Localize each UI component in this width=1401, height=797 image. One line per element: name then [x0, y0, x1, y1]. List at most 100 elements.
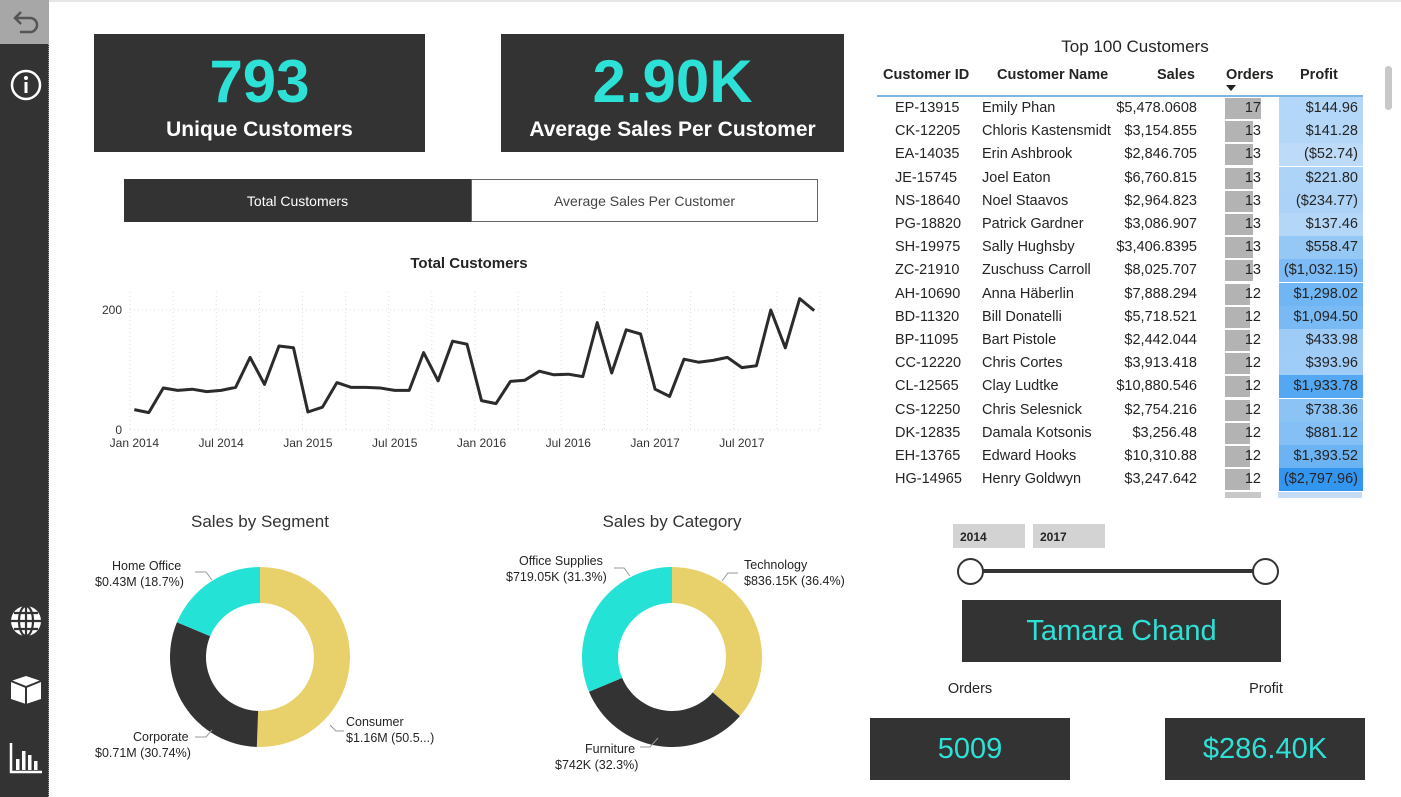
- cell-orders: 12: [1244, 378, 1261, 395]
- cell-customer-id: BD-11320: [895, 308, 960, 325]
- table-row[interactable]: DK-12835 Damala Kotsonis $3,256.48 12 $881.1…: [875, 421, 1365, 445]
- cell-customer-name: Patrick Gardner: [982, 216, 1084, 232]
- table-row[interactable]: JE-15745 Joel Eaton $6,760.815 13 $221.80: [875, 166, 1365, 190]
- table-row[interactable]: BP-11095 Bart Pistole $2,442.044 12 $433.98: [875, 329, 1365, 352]
- segment-chart-title: Sales by Segment: [191, 512, 329, 531]
- x-tick-label: Jan 2015: [283, 436, 333, 450]
- table-row[interactable]: EP-13915 Emily Phan $5,478.0608 17 $144.96: [875, 97, 1365, 120]
- cell-customer-id: PG-18820: [895, 216, 962, 232]
- cell-customer-id: ZC-21910: [895, 262, 960, 279]
- cell-profit: ($52.74): [1279, 143, 1363, 167]
- table-row[interactable]: AH-10690 Anna Häberlin $7,888.294 12 $1,298.…: [875, 282, 1365, 306]
- cell-customer-name: Chris Selesnick: [982, 401, 1082, 418]
- cell-sales: $2,846.705: [1124, 146, 1197, 163]
- furniture-value: $742K (32.3%): [555, 758, 639, 772]
- cell-profit: ($234.77): [1279, 189, 1363, 213]
- info-button[interactable]: [8, 67, 44, 103]
- table-row[interactable]: SH-19975 Sally Hughsby $3,406.8395 13 $558.4…: [875, 236, 1365, 260]
- line-chart-title: Total Customers: [410, 255, 528, 272]
- cell-profit: $558.47: [1279, 236, 1363, 260]
- cell-sales: $2,754.216: [1124, 401, 1197, 418]
- cell-profit: ($1,032.15): [1279, 259, 1363, 283]
- y-tick-label: 200: [102, 303, 122, 317]
- technology-value: $836.15K (36.4%): [744, 574, 845, 588]
- cell-orders: 12: [1244, 471, 1261, 488]
- charts-page-button[interactable]: [8, 740, 44, 776]
- table-row[interactable]: EA-14035 Erin Ashbrook $2,846.705 13 ($52.74…: [875, 143, 1365, 167]
- home-office-value: $0.43M (18.7%): [95, 575, 184, 589]
- slicer-end-input[interactable]: 2017: [1033, 524, 1105, 548]
- cell-sales: $8,025.707: [1124, 262, 1197, 279]
- avg-sales-label: Average Sales Per Customer: [529, 118, 816, 141]
- table-row[interactable]: PG-18820 Patrick Gardner $3,086.907 13 $137.…: [875, 213, 1365, 236]
- cell-customer-name: Zuschuss Carroll: [982, 262, 1091, 279]
- home-office-label: Home Office: [112, 559, 182, 573]
- cell-customer-name: Bart Pistole: [982, 332, 1057, 348]
- table-row[interactable]: CK-12205 Chloris Kastensmidt $3,154.855 13 $…: [875, 120, 1365, 144]
- table-row[interactable]: ZC-21910 Zuschuss Carroll $8,025.707 13 ($1,…: [875, 259, 1365, 283]
- undo-arrow-icon: [12, 11, 38, 34]
- cell-customer-id: CS-12250: [895, 401, 961, 418]
- x-tick-label: Jul 2015: [372, 436, 418, 450]
- cell-customer-name: Damala Kotsonis: [982, 424, 1092, 441]
- cell-sales: $6,760.815: [1124, 169, 1197, 186]
- slicer-start-input[interactable]: 2014: [953, 524, 1025, 548]
- cell-profit: $738.36: [1279, 398, 1363, 422]
- slicer-end-handle[interactable]: [1252, 558, 1279, 585]
- cell-customer-id: SH-19975: [895, 239, 961, 256]
- cell-customer-name: Bill Donatelli: [982, 308, 1062, 325]
- office-supplies-label: Office Supplies: [519, 554, 603, 568]
- sort-descending-icon[interactable]: [1225, 84, 1237, 92]
- avg-sales-value: 2.90K: [592, 48, 753, 115]
- header-customer-id[interactable]: Customer ID: [883, 67, 969, 83]
- map-page-button[interactable]: [8, 603, 44, 639]
- unique-customers-label: Unique Customers: [166, 118, 353, 141]
- cell-profit: $221.80: [1279, 166, 1363, 190]
- cell-customer-id: EH-13765: [895, 448, 961, 464]
- header-customer-name[interactable]: Customer Name: [997, 67, 1108, 83]
- cell-customer-id: NS-18640: [895, 192, 961, 209]
- cell-orders: 13: [1244, 262, 1261, 279]
- cell-profit: ($2,797.96): [1279, 468, 1363, 492]
- partial-row-profit: [1278, 492, 1362, 498]
- cell-customer-id: BP-11095: [895, 332, 959, 348]
- left-nav-rail: [0, 0, 49, 797]
- unique-customers-card: 793 Unique Customers: [94, 34, 425, 152]
- total-customers-toggle[interactable]: Total Customers: [124, 179, 471, 222]
- cell-customer-id: DK-12835: [895, 424, 961, 441]
- header-sales[interactable]: Sales: [1157, 67, 1195, 83]
- cell-sales: $10,310.88: [1124, 448, 1197, 464]
- cell-sales: $3,086.907: [1124, 216, 1197, 232]
- cell-customer-id: JE-15745: [895, 169, 958, 186]
- box-icon: [10, 676, 42, 704]
- cell-orders: 12: [1244, 308, 1261, 325]
- table-row[interactable]: EH-13765 Edward Hooks $10,310.88 12 $1,393.5…: [875, 445, 1365, 468]
- avg-sales-toggle[interactable]: Average Sales Per Customer: [471, 179, 818, 222]
- header-profit[interactable]: Profit: [1300, 67, 1338, 83]
- cell-sales: $3,256.48: [1132, 424, 1197, 441]
- table-row[interactable]: CC-12220 Chris Cortes $3,913.418 12 $393.96: [875, 352, 1365, 376]
- table-row[interactable]: BD-11320 Bill Donatelli $5,718.521 12 $1,094…: [875, 305, 1365, 329]
- slicer-start-handle[interactable]: [957, 558, 984, 585]
- cell-sales: $2,442.044: [1124, 332, 1197, 348]
- total-customers-line-chart: 0 200 Jan 2014 Jul 2014 Jan 2015 Jul 2015 Jan …: [102, 292, 821, 450]
- cell-customer-id: EP-13915: [895, 100, 960, 116]
- cell-sales: $5,478.0608: [1116, 100, 1197, 116]
- header-orders[interactable]: Orders: [1226, 67, 1274, 83]
- table-row[interactable]: CS-12250 Chris Selesnick $2,754.216 12 $738.…: [875, 398, 1365, 422]
- globe-icon: [11, 604, 41, 638]
- x-tick-label: Jan 2016: [457, 436, 507, 450]
- undo-button[interactable]: [0, 0, 49, 44]
- table-row[interactable]: CL-12565 Clay Ludtke $10,880.546 12 $1,933.7…: [875, 375, 1365, 399]
- cell-customer-name: Sally Hughsby: [982, 239, 1075, 256]
- x-tick-label: Jul 2014: [198, 436, 244, 450]
- slicer-track: [970, 569, 1266, 573]
- table-scrollbar[interactable]: [1385, 66, 1392, 110]
- cell-customer-id: CK-12205: [895, 123, 961, 140]
- table-row[interactable]: NS-18640 Noel Staavos $2,964.823 13 ($234.77…: [875, 189, 1365, 213]
- profit-value: $286.40K: [1165, 718, 1365, 780]
- table-row[interactable]: HG-14965 Henry Goldwyn $3,247.642 12 ($2,797…: [875, 468, 1365, 492]
- products-page-button[interactable]: [8, 672, 44, 708]
- cell-orders: 17: [1244, 100, 1261, 116]
- cell-sales: $10,880.546: [1116, 378, 1197, 395]
